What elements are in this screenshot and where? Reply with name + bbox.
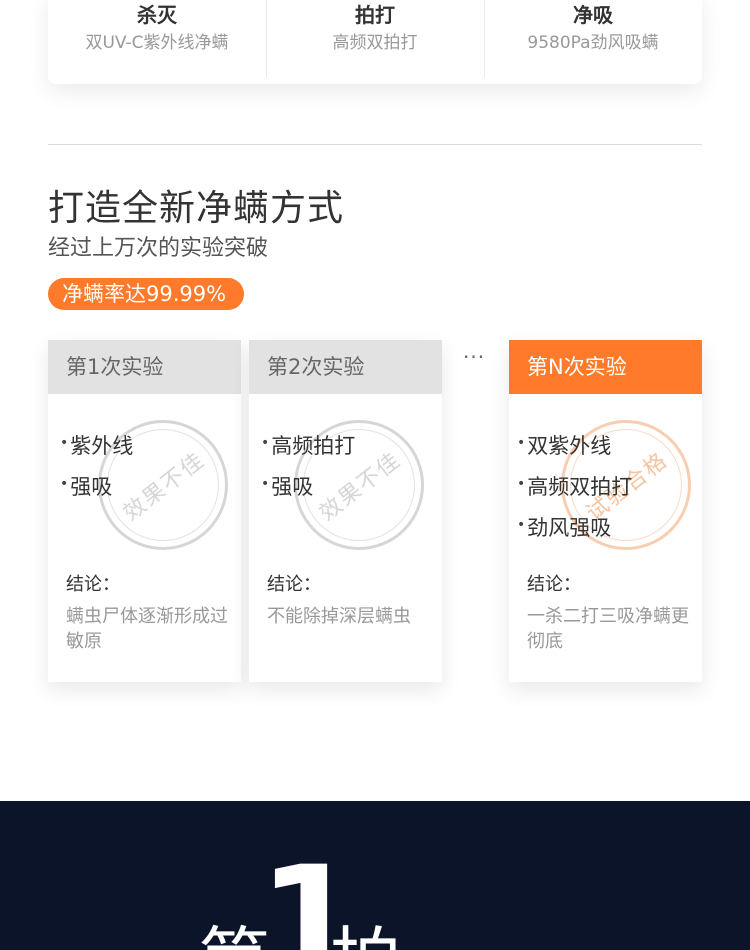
- feature-subtitle: 双UV-C紫外线净螨: [85, 33, 229, 53]
- feature-title: 拍打: [355, 3, 395, 27]
- experiment-header: 第2次实验: [249, 340, 442, 394]
- feature-title: 杀灭: [137, 3, 177, 27]
- bullet-dot-icon: •: [261, 476, 270, 492]
- list-item: •紫外线: [60, 434, 134, 458]
- section-title: 打造全新净螨方式: [48, 188, 345, 229]
- experiment-bullets: •紫外线 •强吸: [60, 424, 133, 506]
- feature-subtitle: 9580Pa劲风吸螨: [527, 33, 659, 53]
- more-experiments-ellipsis: ···: [463, 345, 486, 369]
- banner-heading: 第拍: [198, 925, 462, 950]
- experiment-bullets: •高频拍打 •强吸: [261, 424, 355, 506]
- section-divider: [48, 144, 702, 145]
- conclusion-text: 螨虫尸体逐渐形成过敏原: [66, 606, 228, 652]
- feature-beat: 拍打 高频双拍打: [266, 0, 484, 84]
- feature-suction: 净吸 9580Pa劲风吸螨: [484, 0, 702, 84]
- conclusion-label: 结论：: [527, 574, 581, 595]
- list-item: •强吸: [261, 475, 314, 499]
- conclusion-text: 不能除掉深层螨虫: [267, 606, 411, 627]
- experiment-header: 第N次实验: [509, 340, 702, 394]
- bullet-dot-icon: •: [517, 517, 526, 533]
- list-item: •双紫外线: [517, 434, 612, 458]
- experiment-body: 效果不佳 •紫外线 •强吸 结论： 螨虫尸体逐渐形成过敏原: [48, 394, 241, 682]
- conclusion-label: 结论：: [267, 574, 321, 595]
- dark-banner-section: 1 第拍: [0, 801, 750, 950]
- bullet-dot-icon: •: [261, 435, 270, 451]
- mite-removal-rate-badge: 净螨率达99.99%: [48, 278, 245, 310]
- list-item: •劲风强吸: [517, 516, 612, 540]
- list-item: •高频双拍打: [517, 475, 633, 499]
- experiment-body: 试验合格 •双紫外线 •高频双拍打 •劲风强吸 结论： 一杀二打三吸净螨更彻底: [509, 394, 702, 682]
- experiment-header: 第1次实验: [48, 340, 241, 394]
- feature-kill: 杀灭 双UV-C紫外线净螨: [48, 0, 266, 84]
- experiment-body: 效果不佳 •高频拍打 •强吸 结论： 不能除掉深层螨虫: [249, 394, 442, 682]
- list-item: •高频拍打: [261, 434, 356, 458]
- experiment-card-1: 第1次实验 效果不佳 •紫外线 •强吸 结论： 螨虫尸体逐渐形成过敏原: [48, 340, 241, 682]
- list-item: •强吸: [60, 475, 113, 499]
- bullet-dot-icon: •: [60, 476, 69, 492]
- section-subtitle: 经过上万次的实验突破: [48, 236, 269, 261]
- bullet-dot-icon: •: [60, 435, 69, 451]
- feature-subtitle: 高频双拍打: [332, 33, 418, 53]
- bullet-dot-icon: •: [517, 476, 526, 492]
- experiment-bullets: •双紫外线 •高频双拍打 •劲风强吸: [517, 424, 632, 547]
- experiment-card-2: 第2次实验 效果不佳 •高频拍打 •强吸 结论： 不能除掉深层螨虫: [249, 340, 442, 682]
- conclusion-label: 结论：: [66, 574, 120, 595]
- feature-card: 杀灭 双UV-C紫外线净螨 拍打 高频双拍打 净吸 9580Pa劲风吸螨: [48, 0, 702, 84]
- feature-title: 净吸: [573, 3, 613, 27]
- conclusion-text: 一杀二打三吸净螨更彻底: [527, 606, 689, 652]
- bullet-dot-icon: •: [517, 435, 526, 451]
- experiment-card-n: 第N次实验 试验合格 •双紫外线 •高频双拍打 •劲风强吸 结论： 一杀二打三吸…: [509, 340, 702, 682]
